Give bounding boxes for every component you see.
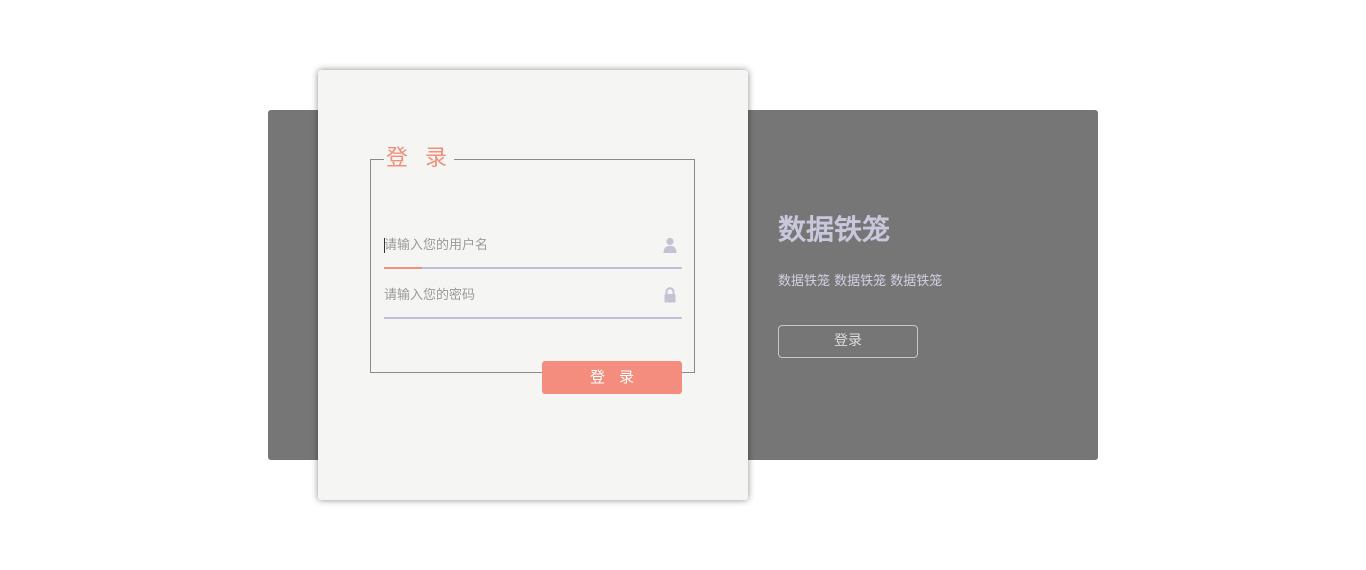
- password-input[interactable]: [384, 284, 654, 306]
- info-login-button[interactable]: 登录: [778, 325, 918, 358]
- lock-icon: [663, 287, 677, 303]
- user-icon: [663, 237, 677, 253]
- login-card: 登 录 登录: [318, 70, 748, 500]
- focus-indicator: [384, 267, 422, 269]
- username-field: [384, 227, 682, 269]
- form-legend: 登 录: [386, 146, 452, 171]
- info-description: 数据铁笼 数据铁笼 数据铁笼: [778, 274, 943, 289]
- submit-button[interactable]: 登录: [542, 361, 682, 394]
- text-caret: [384, 238, 385, 253]
- password-field: [384, 277, 682, 319]
- info-title: 数据铁笼: [778, 213, 891, 246]
- username-input[interactable]: [384, 234, 654, 256]
- info-section: 数据铁笼 数据铁笼 数据铁笼 数据铁笼 登录: [778, 200, 1078, 358]
- login-form: 登 录 登录: [370, 146, 695, 394]
